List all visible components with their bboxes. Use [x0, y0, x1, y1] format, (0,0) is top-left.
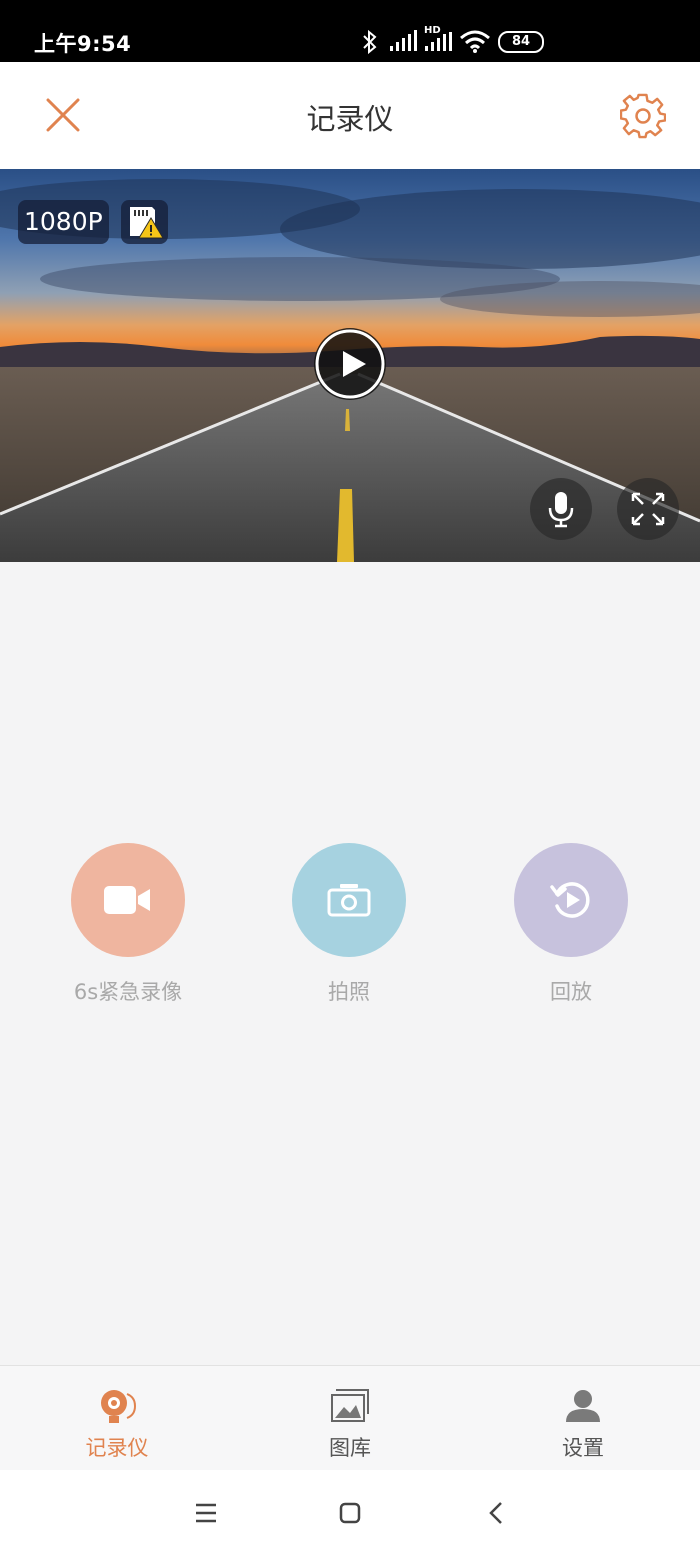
tab-settings[interactable]: 设置: [503, 1366, 663, 1471]
play-icon[interactable]: [312, 326, 388, 402]
page-title: 记录仪: [306, 102, 394, 136]
back-icon[interactable]: [486, 1501, 508, 1525]
tab-recorder-label: 记录仪: [85, 1436, 149, 1460]
emergency-record-action: 6s紧急录像: [38, 843, 218, 1006]
app-header: 记录仪: [0, 62, 700, 169]
gallery-icon: [331, 1389, 369, 1422]
cell-signal-icon: [390, 30, 417, 51]
photo-button[interactable]: [292, 843, 406, 957]
battery-indicator: 84: [498, 31, 544, 53]
playback-action: 回放: [481, 843, 661, 1006]
cell-signal-hd-icon: [425, 32, 452, 51]
playback-button[interactable]: [514, 843, 628, 957]
fullscreen-icon: [631, 492, 665, 526]
system-nav-bar: [0, 1470, 700, 1555]
playback-label: 回放: [550, 980, 592, 1004]
video-camera-icon: [104, 886, 150, 914]
close-icon[interactable]: [44, 96, 82, 134]
tab-gallery-label: 图库: [329, 1436, 371, 1460]
user-icon: [566, 1390, 600, 1422]
dashcam-icon: [101, 1390, 137, 1423]
sd-card-warning-icon: [130, 207, 164, 239]
fullscreen-button[interactable]: [617, 478, 679, 540]
sd-card-warning-badge[interactable]: [121, 200, 168, 244]
menu-icon[interactable]: [194, 1502, 218, 1524]
tab-gallery[interactable]: 图库: [270, 1366, 430, 1471]
resolution-badge[interactable]: 1080P: [18, 200, 109, 244]
gear-icon[interactable]: [620, 93, 666, 139]
bluetooth-icon: [363, 29, 377, 55]
bottom-tab-bar: 记录仪 图库 设置: [0, 1365, 700, 1471]
emergency-record-button[interactable]: [71, 843, 185, 957]
tab-settings-label: 设置: [562, 1436, 604, 1460]
emergency-record-label: 6s紧急录像: [73, 980, 183, 1004]
status-bar: 上午9:54 HD 84: [0, 0, 700, 62]
photo-label: 拍照: [328, 980, 370, 1004]
camera-icon: [327, 884, 371, 917]
tab-recorder[interactable]: 记录仪: [37, 1366, 197, 1471]
microphone-icon: [548, 492, 574, 528]
status-time: 上午9:54: [34, 32, 132, 56]
battery-level: 84: [511, 34, 531, 49]
home-icon[interactable]: [338, 1501, 362, 1525]
microphone-button[interactable]: [530, 478, 592, 540]
photo-action: 拍照: [259, 843, 439, 1006]
wifi-icon: [460, 30, 490, 53]
replay-icon: [550, 882, 590, 918]
